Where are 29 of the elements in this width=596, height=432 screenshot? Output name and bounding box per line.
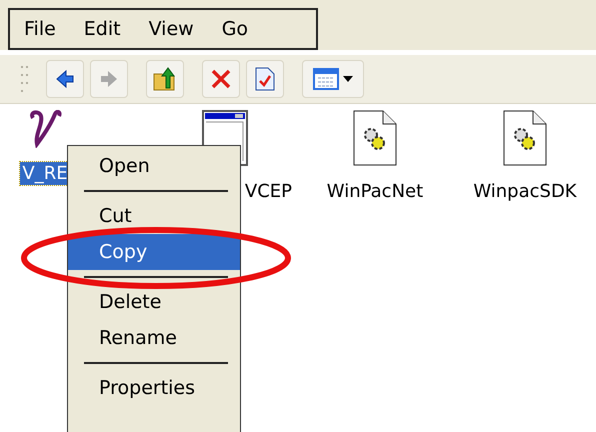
menu-item[interactable]: File bbox=[10, 18, 70, 40]
file-name[interactable]: VCEP bbox=[242, 180, 294, 203]
forward-arrow-icon bbox=[99, 69, 119, 89]
delete-x-icon bbox=[210, 68, 232, 90]
folder-up-icon bbox=[152, 66, 178, 92]
gear-document-icon bbox=[503, 110, 547, 166]
context-menu-item[interactable]: Cut bbox=[68, 198, 240, 234]
context-menu-item[interactable]: Properties bbox=[68, 370, 240, 406]
caret-icon bbox=[343, 76, 353, 82]
back-arrow-icon bbox=[55, 69, 75, 89]
file-name[interactable]: WinPacNet bbox=[324, 180, 426, 203]
view-list-icon bbox=[313, 68, 339, 90]
toolbar-grip-icon bbox=[20, 64, 30, 94]
document-check-icon bbox=[255, 67, 275, 91]
menu-item[interactable]: Edit bbox=[70, 18, 135, 40]
toolbar-button[interactable] bbox=[202, 60, 240, 98]
context-menu-item[interactable]: Rename bbox=[68, 320, 240, 356]
toolbar-button[interactable] bbox=[46, 60, 84, 98]
file-name[interactable]: WinpacSDK bbox=[471, 180, 579, 203]
toolbar-button[interactable] bbox=[302, 60, 364, 98]
context-menu-item[interactable]: Delete bbox=[68, 284, 240, 320]
context-menu-item[interactable]: Copy bbox=[68, 234, 240, 270]
toolbar-button[interactable] bbox=[246, 60, 284, 98]
gear-document-icon bbox=[353, 110, 397, 166]
toolbar-button[interactable] bbox=[146, 60, 184, 98]
file-name[interactable]: V_RE bbox=[20, 162, 70, 185]
menu-item[interactable]: Go bbox=[208, 18, 262, 40]
context-menu-item[interactable]: Open bbox=[68, 148, 240, 184]
menu-item[interactable]: View bbox=[134, 18, 208, 40]
